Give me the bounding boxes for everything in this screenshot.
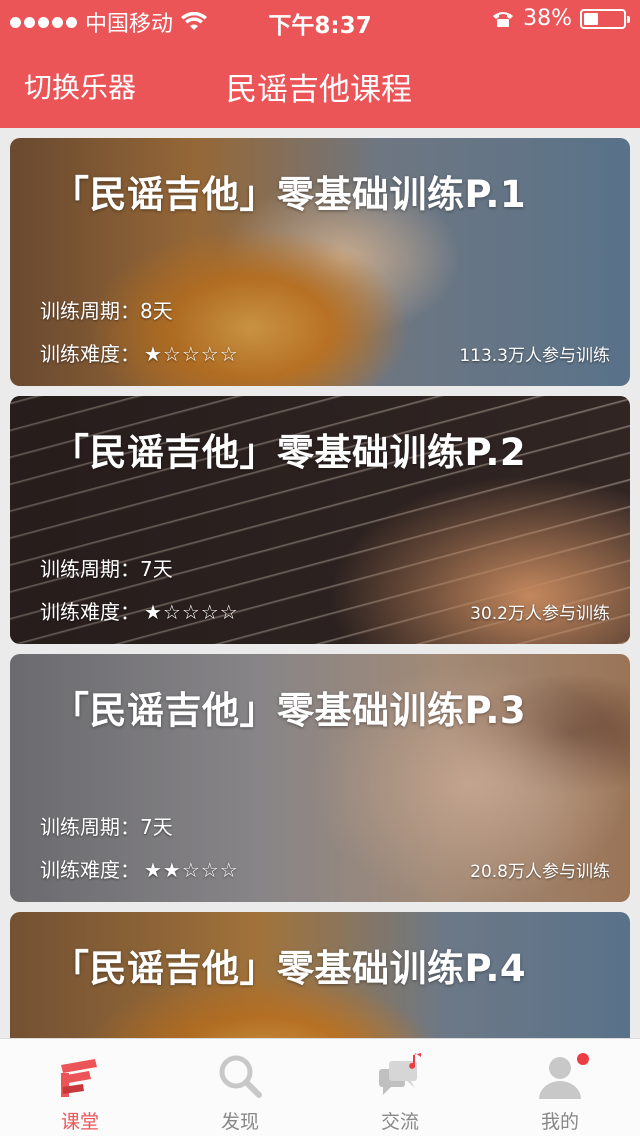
period-label: 训练周期： [40, 815, 140, 839]
training-period: 训练周期：7天 [40, 811, 173, 840]
chat-icon [379, 1053, 421, 1095]
tab-label: 交流 [380, 1111, 419, 1133]
training-difficulty: 训练难度： ★☆☆☆☆ [40, 596, 239, 625]
status-right: 38% [491, 6, 630, 31]
participant-count: 30.2万人参与训练 [470, 604, 610, 624]
period-value: 8天 [140, 299, 173, 323]
classroom-icon [61, 1059, 97, 1097]
period-label: 训练周期： [40, 299, 140, 323]
difficulty-label: 训练难度： [40, 600, 140, 624]
period-value: 7天 [140, 815, 173, 839]
period-label: 训练周期： [40, 557, 140, 581]
participant-count: 20.8万人参与训练 [470, 862, 610, 882]
difficulty-label: 训练难度： [40, 342, 140, 366]
period-value: 7天 [140, 557, 173, 581]
status-bar: 中国移动 下午8:37 38% [0, 0, 640, 40]
training-difficulty: 训练难度： ★☆☆☆☆ [40, 338, 239, 367]
tab-profile[interactable]: 我的 [480, 1039, 640, 1136]
tab-community[interactable]: 交流 [320, 1039, 480, 1136]
course-card[interactable]: 「民谣吉他」零基础训练P.2 训练周期：7天 训练难度： ★☆☆☆☆ 30.2万人… [10, 396, 630, 644]
top-bar: 中国移动 下午8:37 38% 切换乐器 民谣吉他课程 [0, 0, 640, 128]
tab-label: 发现 [220, 1111, 259, 1133]
tab-classroom[interactable]: 课堂 [0, 1039, 160, 1136]
difficulty-label: 训练难度： [40, 858, 140, 882]
participant-count: 113.3万人参与训练 [459, 346, 610, 366]
notification-badge [577, 1053, 589, 1065]
course-title: 「民谣吉他」零基础训练P.1 [52, 173, 527, 216]
search-icon [219, 1055, 262, 1098]
difficulty-stars: ★★☆☆☆ [144, 858, 239, 882]
course-card[interactable]: 「民谣吉他」零基础训练P.3 训练周期：7天 训练难度： ★★☆☆☆ 20.8万人… [10, 654, 630, 902]
tab-label: 课堂 [60, 1111, 99, 1133]
tab-label: 我的 [540, 1111, 579, 1133]
course-title: 「民谣吉他」零基础训练P.4 [52, 947, 527, 990]
tab-bar: 课堂 发现 交流 我的 [0, 1038, 640, 1136]
tab-discover[interactable]: 发现 [160, 1039, 320, 1136]
difficulty-stars: ★☆☆☆☆ [144, 342, 239, 366]
course-title: 「民谣吉他」零基础训练P.2 [52, 431, 527, 474]
course-card[interactable]: 「民谣吉他」零基础训练P.1 训练周期：8天 训练难度： ★☆☆☆☆ 113.3万… [10, 138, 630, 386]
page-title: 民谣吉他课程 [226, 72, 412, 108]
course-list: 「民谣吉他」零基础训练P.1 训练周期：8天 训练难度： ★☆☆☆☆ 113.3万… [10, 138, 630, 1136]
difficulty-stars: ★☆☆☆☆ [144, 600, 239, 624]
battery-percent: 38% [523, 6, 572, 31]
phone-icon [493, 11, 514, 27]
battery-icon [580, 8, 630, 29]
training-difficulty: 训练难度： ★★☆☆☆ [40, 854, 239, 883]
switch-instrument-button[interactable]: 切换乐器 [24, 66, 136, 106]
training-period: 训练周期：8天 [40, 295, 173, 324]
training-period: 训练周期：7天 [40, 553, 173, 582]
course-title: 「民谣吉他」零基础训练P.3 [52, 689, 527, 732]
